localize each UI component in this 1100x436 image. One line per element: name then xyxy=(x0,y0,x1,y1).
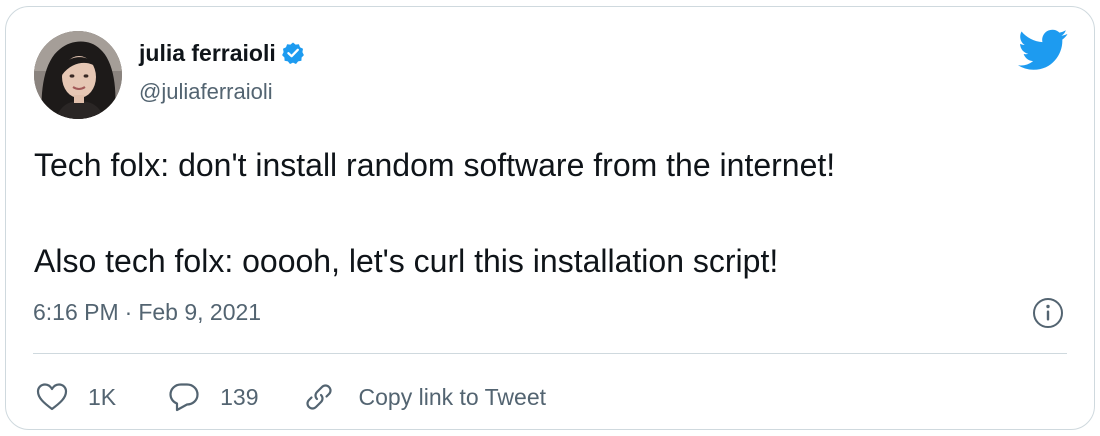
link-icon[interactable] xyxy=(303,381,335,413)
tweet-card[interactable]: julia ferraioli @juliaferraioli Tech fol… xyxy=(5,6,1095,430)
verified-badge-icon xyxy=(281,41,305,65)
author-name[interactable]: julia ferraioli xyxy=(139,40,276,67)
tweet-time[interactable]: 6:16 PM xyxy=(33,299,119,325)
copy-link-button[interactable]: Copy link to Tweet xyxy=(303,381,547,413)
avatar[interactable] xyxy=(34,31,122,119)
author-handle[interactable]: @juliaferraioli xyxy=(139,79,273,105)
tweet-line-blank xyxy=(34,189,1064,237)
tweet-actions: 1K 139 Copy link to Tweet xyxy=(36,379,546,415)
divider xyxy=(33,353,1067,354)
timestamp-separator: · xyxy=(124,299,133,325)
copy-link-label[interactable]: Copy link to Tweet xyxy=(359,384,547,411)
tweet-timestamp[interactable]: 6:16 PM · Feb 9, 2021 xyxy=(33,299,261,326)
tweet-line: Also tech folx: ooooh, let's curl this i… xyxy=(34,243,779,279)
info-icon[interactable] xyxy=(1032,297,1064,329)
tweet-text: Tech folx: don't install random software… xyxy=(34,141,1064,285)
twitter-bird-icon[interactable] xyxy=(1018,29,1068,71)
reply-bubble-icon[interactable] xyxy=(168,381,200,413)
like-button[interactable]: 1K xyxy=(36,382,116,412)
tweet-line: Tech folx: don't install random software… xyxy=(34,147,836,183)
author-name-row[interactable]: julia ferraioli xyxy=(139,38,305,68)
reply-count[interactable]: 139 xyxy=(220,384,258,411)
tweet-date[interactable]: Feb 9, 2021 xyxy=(138,299,261,325)
heart-icon[interactable] xyxy=(36,382,68,412)
reply-button[interactable]: 139 xyxy=(168,381,259,413)
like-count[interactable]: 1K xyxy=(88,384,116,411)
